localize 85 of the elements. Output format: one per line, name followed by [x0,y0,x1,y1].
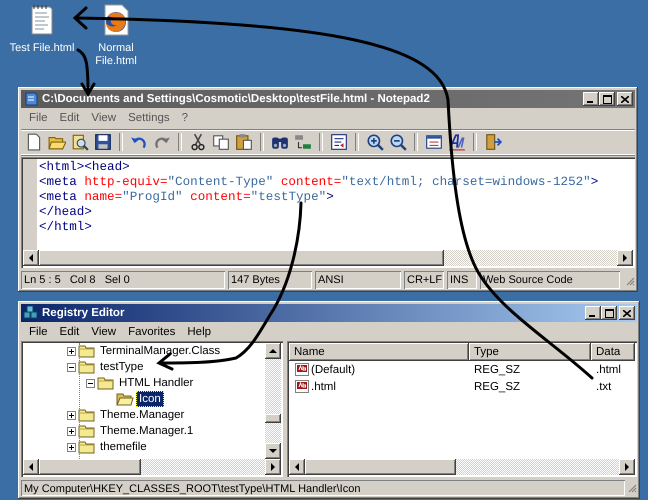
folder-icon [78,424,95,438]
scrollbar[interactable] [23,459,281,475]
menu-item[interactable]: ? [176,112,194,124]
minimize-button[interactable] [585,306,601,320]
close-icon [623,310,631,316]
window-icon[interactable] [425,133,443,151]
menu-item[interactable]: Settings [122,112,176,124]
code-line: </html> [39,220,93,235]
folder-icon [78,344,95,358]
notepad-icon [23,91,39,107]
status-field: Ln 5 : 5 Col 8 Sel 0 [21,271,225,289]
expand-icon[interactable] [67,346,76,356]
save-icon[interactable] [94,133,112,151]
minimize-button[interactable] [583,92,599,106]
column-header[interactable]: Name [289,343,469,361]
exit-door-icon[interactable] [484,133,502,151]
replace-icon[interactable] [294,133,312,151]
table-cell-text: .html [595,364,622,376]
close-icon [621,96,629,102]
folder-icon [78,360,95,374]
status-path: My Computer\HKEY_CLASSES_ROOT\testType\HTML Handler\Icon [21,480,625,496]
new-file-icon[interactable] [25,133,43,151]
magnifier-icon[interactable] [71,133,89,151]
zoom-in-icon[interactable] [366,133,384,151]
status-field: ANSI [315,271,401,289]
expand-icon[interactable] [67,442,76,452]
status-field: INS [447,271,477,289]
code-line: </head> [39,205,93,220]
expand-icon[interactable] [67,426,76,436]
table-cell-text: REG_SZ [473,364,522,376]
maximize-icon [604,308,614,318]
tree-item[interactable]: themefile [97,439,150,455]
file-name: Normal File.html [94,42,138,68]
menu-item[interactable]: View [85,112,122,124]
notepad-file-icon[interactable] [29,4,55,36]
zoom-out-icon[interactable] [389,133,407,151]
open-folder-icon [116,392,134,406]
window-title: C:\Documents and Settings\Cosmotic\Desktop\testFile.html - Notepad2 [42,93,431,105]
string-value-icon [294,362,310,377]
menu-item[interactable]: Edit [54,112,86,124]
menu-item[interactable]: Help [181,326,218,338]
folder-icon [78,440,95,454]
file-name: Test File.html [8,42,76,55]
code-line: <html><head> [39,160,131,175]
window-title: Registry Editor [42,307,126,319]
tree-item[interactable]: HTML Handler [116,375,196,391]
maximize-icon [602,94,612,104]
font-icon[interactable] [448,133,466,151]
close-button[interactable] [617,92,633,106]
status-field: 147 Bytes [228,271,312,289]
copy-icon[interactable] [212,133,230,151]
paste-icon[interactable] [235,133,253,151]
column-header[interactable]: Data [591,343,635,361]
tree-item[interactable]: Icon [136,391,164,407]
collapse-icon[interactable] [67,362,76,372]
document-lines-icon[interactable] [330,133,348,151]
collapse-icon[interactable] [86,378,95,388]
string-value-icon [294,379,310,394]
menu-item[interactable]: File [23,112,54,124]
scrollbar[interactable] [23,250,633,266]
tree-item[interactable]: Theme.Manager.1 [97,423,196,439]
table-cell: (Default) [311,364,356,376]
scrollbar[interactable] [289,459,635,475]
column-header[interactable]: Type [469,343,591,361]
tree-item[interactable]: Theme.Manager [97,407,188,423]
cubes-icon [23,305,39,321]
status-field: CR+LF [404,271,444,289]
table-cell-text: REG_SZ [473,380,522,392]
table-cell-text: .txt [595,380,612,392]
expand-icon[interactable] [67,410,76,420]
scissors-icon[interactable] [189,133,207,151]
table-cell: .html [311,380,336,392]
tree-item[interactable]: TerminalManager.Class [97,343,224,359]
maximize-button[interactable] [599,92,615,106]
maximize-button[interactable] [601,306,617,320]
folder-icon [97,376,114,390]
tree-item[interactable]: testType [97,359,146,375]
scrollbar[interactable] [265,343,281,459]
code-line: <meta name="ProgId" content="testType"> [39,190,335,205]
menu-item[interactable]: View [85,326,122,338]
folder-icon [78,408,95,422]
close-button[interactable] [619,306,635,320]
menu-item[interactable]: File [23,326,54,338]
menu-item[interactable]: Edit [54,326,86,338]
menu-item[interactable]: Favorites [122,326,182,338]
